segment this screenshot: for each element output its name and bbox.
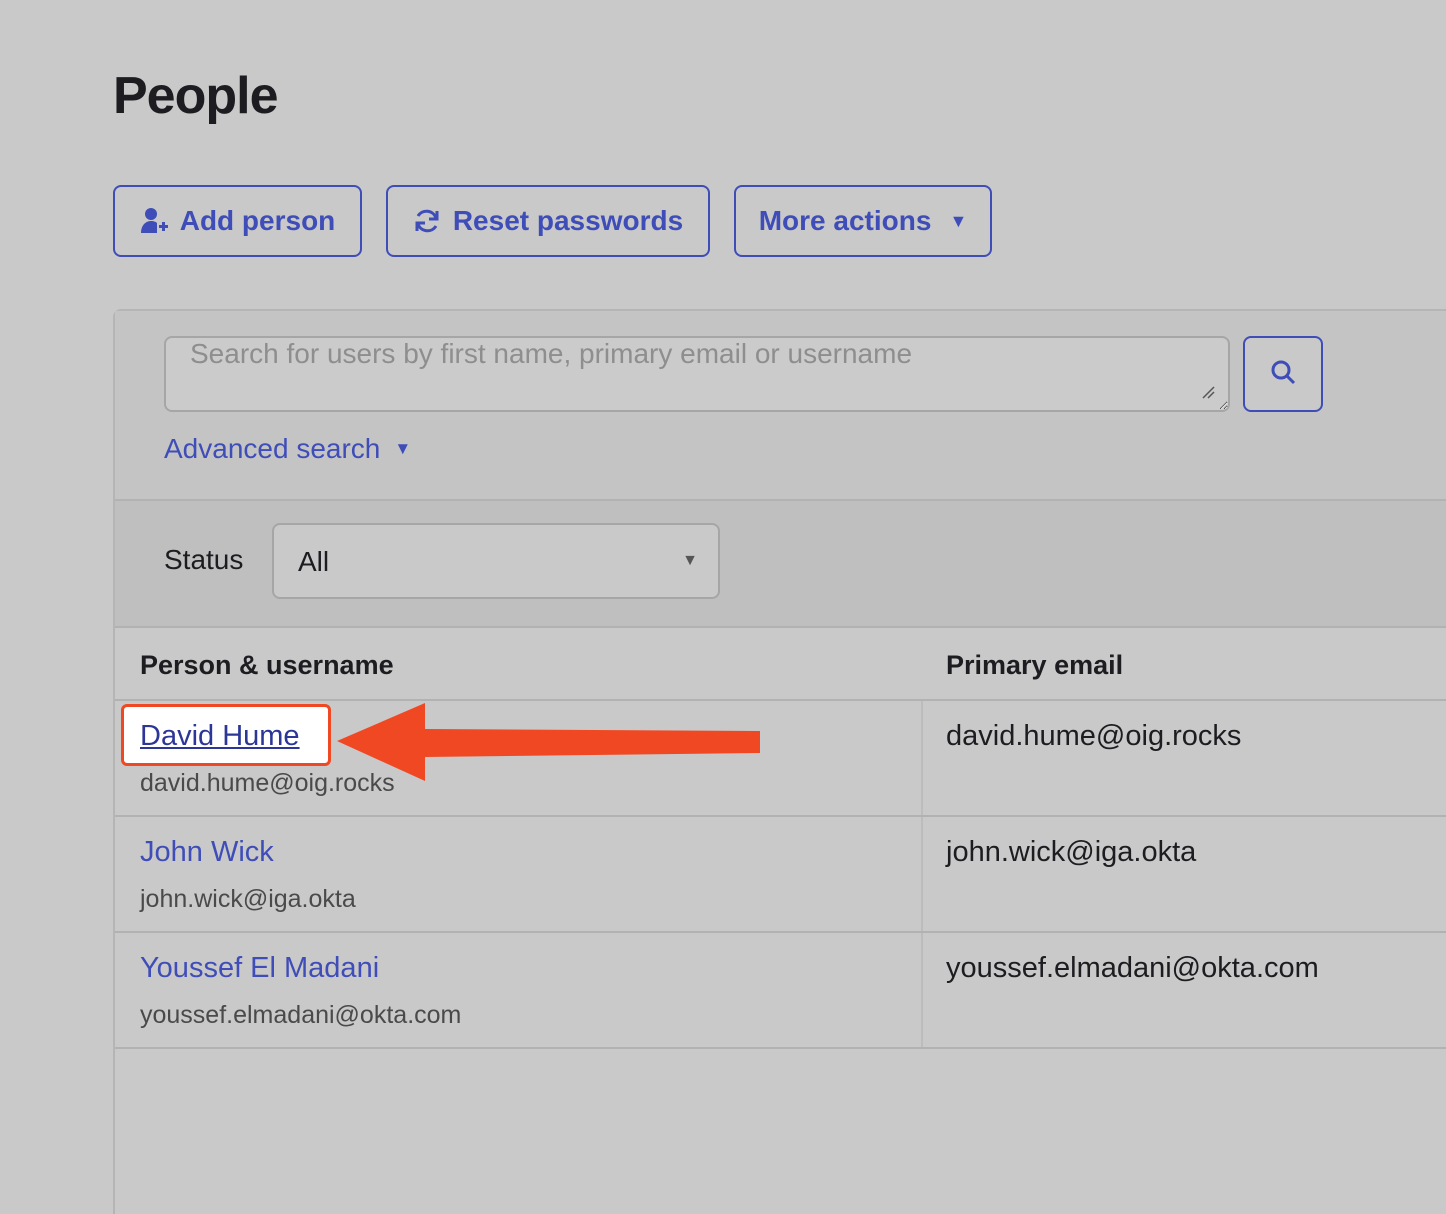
- table-row: John Wick john.wick@iga.okta john.wick@i…: [115, 817, 1446, 933]
- annotation-arrow: [337, 703, 760, 781]
- primary-email: youssef.elmadani@okta.com: [946, 952, 1319, 984]
- advanced-search-label: Advanced search: [164, 433, 381, 464]
- add-person-label: Add person: [179, 205, 336, 236]
- primary-email: john.wick@iga.okta: [946, 836, 1197, 868]
- more-actions-button[interactable]: More actions ▼: [734, 185, 992, 257]
- reset-passwords-label: Reset passwords: [452, 205, 684, 236]
- search-area: Advanced search ▼: [115, 311, 1446, 501]
- table-header: Person & username Primary email: [115, 628, 1446, 701]
- add-person-button[interactable]: Add person: [113, 185, 362, 257]
- table-row: Youssef El Madani youssef.elmadani@okta.…: [115, 933, 1446, 1049]
- more-actions-label: More actions: [758, 205, 932, 236]
- refresh-icon: [413, 207, 441, 235]
- chevron-down-icon: ▼: [682, 552, 698, 569]
- column-divider: [921, 701, 923, 815]
- search-icon: [1269, 358, 1297, 391]
- status-select[interactable]: All ▼: [272, 523, 720, 599]
- reset-passwords-button[interactable]: Reset passwords: [386, 185, 710, 257]
- people-panel: Advanced search ▼ Status All ▼ Person & …: [113, 309, 1446, 1214]
- person-username: john.wick@iga.okta: [140, 885, 356, 913]
- resize-grip-icon[interactable]: [1201, 385, 1215, 399]
- filter-area: Status All ▼: [115, 501, 1446, 628]
- add-person-icon: [140, 206, 168, 236]
- chevron-down-icon: ▼: [949, 210, 968, 231]
- status-label: Status: [164, 544, 244, 575]
- column-divider: [921, 817, 923, 931]
- person-name-link[interactable]: David Hume: [140, 720, 300, 753]
- page-title: People: [113, 67, 278, 125]
- column-header-email[interactable]: Primary email: [946, 650, 1123, 681]
- person-name-link[interactable]: Youssef El Madani: [140, 952, 379, 985]
- status-select-value: All: [298, 546, 330, 577]
- person-name-link[interactable]: John Wick: [140, 836, 274, 869]
- advanced-search-toggle[interactable]: Advanced search ▼: [164, 433, 411, 465]
- table-row: David Hume david.hume@oig.rocks david.hu…: [115, 701, 1446, 817]
- primary-email: david.hume@oig.rocks: [946, 720, 1242, 752]
- search-button[interactable]: [1243, 336, 1323, 412]
- person-username: youssef.elmadani@okta.com: [140, 1001, 462, 1029]
- column-header-person[interactable]: Person & username: [140, 650, 394, 681]
- search-input[interactable]: [164, 336, 1230, 412]
- column-divider: [921, 933, 923, 1047]
- chevron-down-icon: ▼: [394, 439, 412, 458]
